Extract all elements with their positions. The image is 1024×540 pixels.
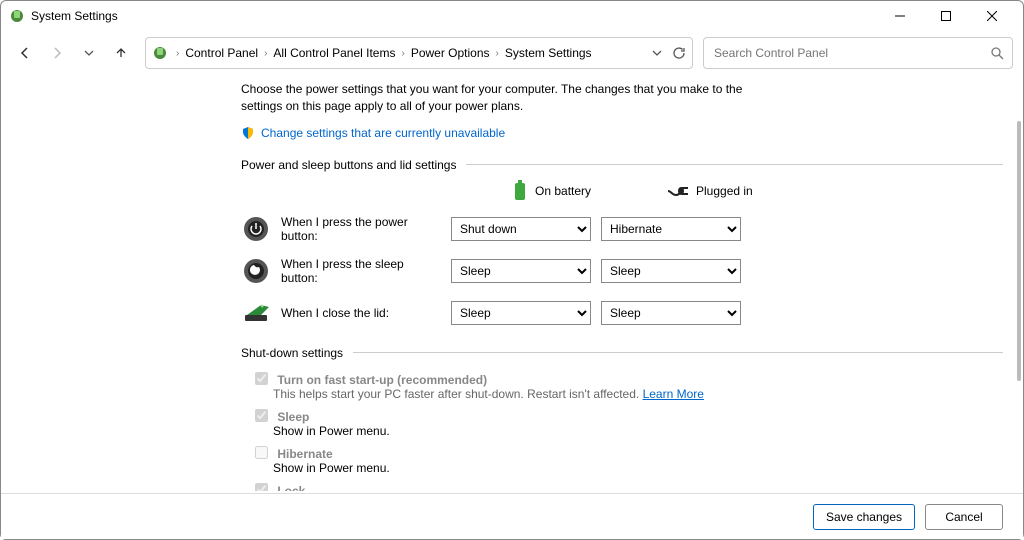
refresh-icon[interactable]: [672, 46, 686, 60]
chevron-down-icon[interactable]: [652, 48, 662, 58]
laptop-lid-icon: [241, 301, 271, 325]
sleep-label: Sleep: [277, 410, 309, 424]
breadcrumb[interactable]: All Control Panel Items: [269, 44, 399, 62]
title-bar: System Settings: [1, 1, 1023, 31]
cancel-button[interactable]: Cancel: [925, 504, 1003, 530]
change-settings-link[interactable]: Change settings that are currently unava…: [261, 126, 505, 140]
row-label-lid: When I close the lid:: [281, 306, 441, 320]
power-plugged-select[interactable]: Hibernate: [601, 217, 741, 241]
learn-more-link[interactable]: Learn More: [643, 387, 704, 401]
lock-checkbox: [255, 483, 268, 491]
save-button[interactable]: Save changes: [813, 504, 915, 530]
hibernate-desc: Show in Power menu.: [273, 461, 1003, 475]
forward-button[interactable]: [43, 39, 71, 67]
breadcrumb[interactable]: Power Options: [407, 44, 494, 62]
up-button[interactable]: [107, 39, 135, 67]
sleep-button-icon: [242, 257, 270, 285]
col-battery-label: On battery: [535, 184, 591, 198]
breadcrumb[interactable]: System Settings: [501, 44, 596, 62]
hibernate-label: Hibernate: [277, 447, 332, 461]
breadcrumb[interactable]: Control Panel: [181, 44, 262, 62]
close-button[interactable]: [969, 1, 1015, 31]
nav-bar: › Control Panel › All Control Panel Item…: [1, 31, 1023, 75]
lid-plugged-select[interactable]: Sleep: [601, 301, 741, 325]
fast-startup-label: Turn on fast start-up (recommended): [277, 373, 487, 387]
power-battery-select[interactable]: Shut down: [451, 217, 591, 241]
sleep-plugged-select[interactable]: Sleep: [601, 259, 741, 283]
row-label-power: When I press the power button:: [281, 215, 441, 243]
fast-startup-checkbox: [255, 372, 268, 385]
power-options-icon: [152, 45, 168, 61]
scrollbar-thumb[interactable]: [1017, 121, 1021, 381]
hibernate-checkbox: [255, 446, 268, 459]
power-button-icon: [242, 215, 270, 243]
sleep-battery-select[interactable]: Sleep: [451, 259, 591, 283]
content-area: Choose the power settings that you want …: [241, 81, 1003, 491]
section-title: Shut-down settings: [241, 346, 343, 360]
chevron-right-icon[interactable]: ›: [262, 48, 269, 59]
row-label-sleep: When I press the sleep button:: [281, 257, 441, 285]
chevron-right-icon[interactable]: ›: [399, 48, 406, 59]
search-input[interactable]: [712, 45, 990, 61]
chevron-right-icon[interactable]: ›: [174, 48, 181, 59]
col-plugged-label: Plugged in: [696, 184, 753, 198]
shield-icon: [241, 126, 255, 140]
address-bar[interactable]: › Control Panel › All Control Panel Item…: [145, 37, 693, 69]
search-icon: [990, 46, 1004, 60]
footer: Save changes Cancel: [1, 493, 1023, 539]
fast-startup-desc: This helps start your PC faster after sh…: [273, 387, 643, 401]
minimize-button[interactable]: [877, 1, 923, 31]
section-header-shutdown: Shut-down settings: [241, 346, 1003, 360]
plug-icon: [666, 184, 690, 198]
page-description: Choose the power settings that you want …: [241, 81, 761, 116]
back-button[interactable]: [11, 39, 39, 67]
search-box[interactable]: [703, 37, 1013, 69]
battery-icon: [511, 180, 529, 202]
chevron-right-icon[interactable]: ›: [494, 48, 501, 59]
sleep-desc: Show in Power menu.: [273, 424, 1003, 438]
maximize-button[interactable]: [923, 1, 969, 31]
lid-battery-select[interactable]: Sleep: [451, 301, 591, 325]
sleep-checkbox: [255, 409, 268, 422]
window-title: System Settings: [31, 9, 118, 23]
recent-button[interactable]: [75, 39, 103, 67]
section-header-buttons: Power and sleep buttons and lid settings: [241, 158, 1003, 172]
section-title: Power and sleep buttons and lid settings: [241, 158, 456, 172]
power-options-icon: [9, 8, 25, 24]
lock-label: Lock: [277, 484, 305, 491]
